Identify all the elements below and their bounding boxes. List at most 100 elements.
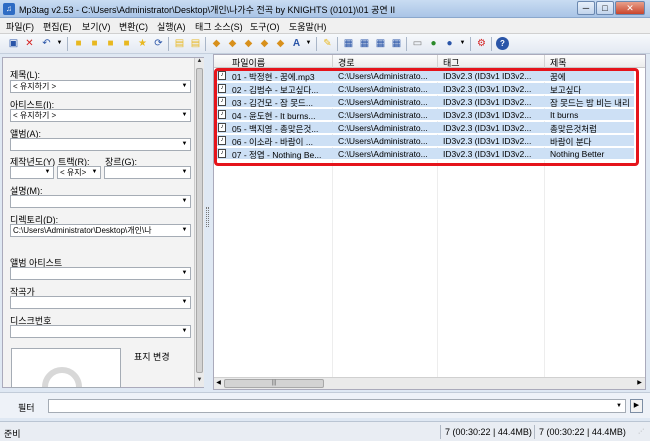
column-header-title[interactable]: 제목 xyxy=(550,56,567,69)
menu-actions[interactable]: 실행(A) xyxy=(157,20,186,33)
cover-art-box[interactable] xyxy=(11,348,121,388)
chevron-down-icon[interactable]: ▼ xyxy=(180,110,189,121)
playlist-icon[interactable]: ▦ xyxy=(358,37,371,50)
folder-up-icon[interactable]: ■ xyxy=(120,37,133,50)
chevron-down-icon[interactable]: ▼ xyxy=(43,167,52,178)
tag-text-icon[interactable]: ◆ xyxy=(274,37,287,50)
minimize-button[interactable]: ─ xyxy=(577,1,595,15)
scrollbar-thumb[interactable]: ||| xyxy=(224,379,324,388)
title-cell: Nothing Better xyxy=(550,149,605,159)
chevron-down-icon[interactable]: ▼ xyxy=(180,81,189,92)
help-icon[interactable]: ? xyxy=(496,37,509,50)
column-header-tag[interactable]: 태그 xyxy=(443,56,460,69)
chevron-down-icon[interactable]: ▼ xyxy=(180,167,189,178)
menu-tools[interactable]: 도구(O) xyxy=(250,20,280,33)
settings-icon[interactable]: ⚙ xyxy=(475,37,488,50)
title-cell: It burns xyxy=(550,110,579,120)
column-divider[interactable] xyxy=(544,55,545,68)
cover-change-label[interactable]: 표지 변경 xyxy=(134,350,170,363)
filename-filename-icon[interactable]: ◆ xyxy=(242,37,255,50)
scroll-right-icon[interactable]: ▶ xyxy=(635,379,644,388)
close-button[interactable]: ✕ xyxy=(615,1,645,15)
title-field[interactable]: < 유지하기 > ▼ xyxy=(10,80,191,93)
copy-tag-icon[interactable]: ▤ xyxy=(173,37,186,50)
favorites-star-icon[interactable]: ★ xyxy=(136,37,149,50)
undo-icon[interactable]: ↶ xyxy=(40,37,53,50)
column-divider[interactable] xyxy=(332,55,333,68)
scroll-left-icon[interactable]: ◀ xyxy=(214,379,223,388)
table-row[interactable]: ♪ 02 - 김범수 - 보고싶다... C:\Users\Administra… xyxy=(216,83,634,95)
save-icon[interactable]: ▣ xyxy=(7,37,20,50)
chevron-down-icon[interactable]: ▼ xyxy=(180,326,189,337)
filename-cell: 02 - 김범수 - 보고싶다... xyxy=(232,85,319,95)
change-directory-icon[interactable]: ■ xyxy=(88,37,101,50)
chevron-down-icon[interactable]: ▼ xyxy=(180,297,189,308)
filename-tag-icon[interactable]: ◆ xyxy=(226,37,239,50)
horizontal-scrollbar[interactable]: ◀ ||| ▶ xyxy=(214,377,645,389)
artist-field[interactable]: < 유지하기 > ▼ xyxy=(10,109,191,122)
table-row[interactable]: ♪ 06 - 이소라 - 바람이 ... C:\Users\Administra… xyxy=(216,135,634,147)
tag-panel-scrollbar[interactable]: ▲ ▼ xyxy=(194,58,204,387)
menu-bar: 파일(F) 편집(E) 보기(V) 변환(C) 실행(A) 태그 소스(S) 도… xyxy=(0,18,650,34)
dropdown-icon[interactable]: ▼ xyxy=(302,37,315,50)
maximize-button[interactable]: □ xyxy=(596,1,614,15)
export-icon[interactable]: ▦ xyxy=(374,37,387,50)
column-divider[interactable] xyxy=(437,55,438,68)
menu-tag-sources[interactable]: 태그 소스(S) xyxy=(195,20,243,33)
cd-placeholder-icon xyxy=(42,367,82,387)
table-row[interactable]: ♪ 07 - 정엽 - Nothing Be... C:\Users\Admin… xyxy=(216,148,634,160)
menu-view[interactable]: 보기(V) xyxy=(82,20,111,33)
table-row[interactable]: ♪ 04 - 윤도현 - It burns... C:\Users\Admini… xyxy=(216,109,634,121)
chevron-down-icon[interactable]: ▼ xyxy=(180,268,189,279)
directory-field[interactable]: C:\Users\Administrator\Desktop\개인\나 ▼ xyxy=(10,224,191,237)
freedb-icon[interactable]: ▭ xyxy=(411,37,424,50)
composer-field[interactable]: ▼ xyxy=(10,296,191,309)
remove-tag-icon[interactable]: ✕ xyxy=(23,37,36,50)
scroll-down-icon[interactable]: ▼ xyxy=(195,377,204,386)
table-row[interactable]: ♪ 05 - 백지영 - 총맞은것... C:\Users\Administra… xyxy=(216,122,634,134)
menu-file[interactable]: 파일(F) xyxy=(6,20,34,33)
column-header-filename[interactable]: 파일이름 xyxy=(232,56,265,69)
disc-field[interactable]: ▼ xyxy=(10,325,191,338)
web-sources-icon[interactable]: ● xyxy=(443,37,456,50)
scroll-up-icon[interactable]: ▲ xyxy=(195,58,204,67)
path-cell: C:\Users\Administrato... xyxy=(338,123,428,133)
album-field[interactable]: ▼ xyxy=(10,138,191,151)
menu-convert[interactable]: 변환(C) xyxy=(119,20,148,33)
chevron-down-icon[interactable]: ▼ xyxy=(614,400,624,412)
chevron-down-icon[interactable]: ▼ xyxy=(90,167,99,178)
filter-apply-button[interactable]: ▶ xyxy=(630,399,643,413)
filter-input[interactable]: ▼ xyxy=(48,399,626,413)
dropdown-icon[interactable]: ▼ xyxy=(53,37,66,50)
path-cell: C:\Users\Administrato... xyxy=(338,136,428,146)
track-field[interactable]: < 유지> ▼ xyxy=(57,166,101,179)
add-directory-icon[interactable]: ■ xyxy=(72,37,85,50)
scrollbar-thumb[interactable] xyxy=(196,68,203,373)
discogs-icon[interactable]: ● xyxy=(427,37,440,50)
edit-tags-icon[interactable]: ✎ xyxy=(321,37,334,50)
extended-tags-icon[interactable]: ▦ xyxy=(342,37,355,50)
dropdown-icon[interactable]: ▼ xyxy=(456,37,469,50)
menu-edit[interactable]: 편집(E) xyxy=(43,20,72,33)
actions-icon[interactable]: ▦ xyxy=(390,37,403,50)
chevron-down-icon[interactable]: ▼ xyxy=(180,225,189,236)
resize-grip-icon[interactable]: ⋰ xyxy=(638,428,647,437)
column-header-path[interactable]: 경로 xyxy=(338,56,355,69)
paste-tag-icon[interactable]: ▤ xyxy=(189,37,202,50)
filename-cell: 06 - 이소라 - 바람이 ... xyxy=(232,137,313,147)
chevron-down-icon[interactable]: ▼ xyxy=(180,139,189,150)
menu-help[interactable]: 도움말(H) xyxy=(289,20,326,33)
table-row[interactable]: ♪ 03 - 김건모 - 잠 못드... C:\Users\Administra… xyxy=(216,96,634,108)
text-tag-icon[interactable]: ◆ xyxy=(258,37,271,50)
genre-field[interactable]: ▼ xyxy=(104,166,191,179)
refresh-icon[interactable]: ⟳ xyxy=(152,37,165,50)
track-value: < 유지> xyxy=(60,168,87,177)
album-artist-field[interactable]: ▼ xyxy=(10,267,191,280)
table-row[interactable]: ♪ 01 - 박정현 - 꿈에.mp3 C:\Users\Administrat… xyxy=(216,70,634,82)
folder-open-icon[interactable]: ■ xyxy=(104,37,117,50)
comment-field[interactable]: ▼ xyxy=(10,195,191,208)
panel-splitter[interactable] xyxy=(204,57,212,388)
chevron-down-icon[interactable]: ▼ xyxy=(180,196,189,207)
year-field[interactable]: ▼ xyxy=(10,166,54,179)
tag-filename-icon[interactable]: ◆ xyxy=(210,37,223,50)
